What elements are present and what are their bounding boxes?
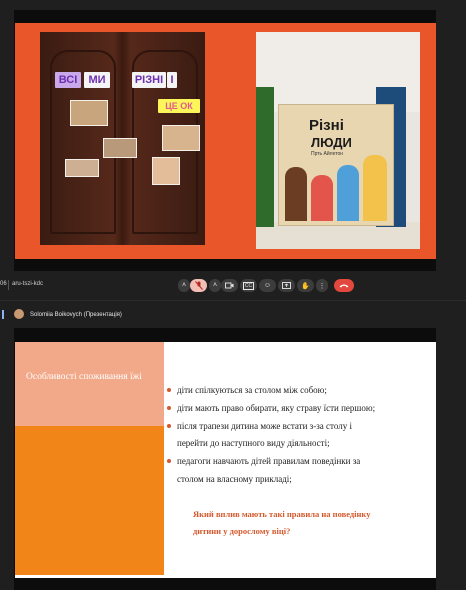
card-i: І — [167, 72, 177, 88]
end-call-icon — [339, 284, 349, 288]
child-photo — [70, 100, 108, 126]
child-photo — [162, 125, 200, 151]
captions-icon: CC — [242, 281, 255, 290]
camera-toggle-button[interactable] — [221, 279, 238, 292]
list-item: педагоги навчають дітей правилам поведін… — [167, 452, 427, 470]
mic-options-button[interactable]: ˄ — [178, 279, 190, 292]
bullet-icon — [167, 459, 171, 463]
bullet-icon — [167, 406, 171, 410]
card-vsi: ВСІ — [55, 72, 81, 88]
present-button[interactable] — [278, 279, 295, 292]
raise-hand-button[interactable]: ✋ — [297, 279, 314, 292]
child-photo — [152, 157, 180, 185]
title-panel — [15, 342, 164, 426]
presenter-bar: Solomiia Boikovych (Презентація) — [0, 304, 466, 326]
book-cover: Різні ЛЮДИ Прть Айлетон — [278, 104, 394, 226]
more-options-button[interactable]: ⋮ — [316, 279, 328, 292]
meeting-control-bar: 06 aru-tszi-kdc ˄ ˄ CC ☺ ✋ ⋮ — [0, 274, 466, 298]
mic-toggle-button[interactable] — [190, 279, 207, 292]
mic-off-icon — [194, 281, 203, 290]
discussion-question: Який вплив мають такі правила на поведін… — [193, 506, 423, 540]
card-rizni: РІЗНІ — [132, 72, 166, 88]
list-item: після трапези дитина може встати з-за ст… — [167, 417, 427, 435]
camera-options-button[interactable]: ˄ — [209, 279, 221, 292]
present-icon — [282, 282, 291, 289]
list-item-continuation: столом на власному прикладі; — [177, 474, 292, 484]
book-title-line1: Різні — [309, 117, 344, 134]
raise-hand-icon: ✋ — [301, 282, 310, 290]
book-title-line2: ЛЮДИ — [311, 135, 352, 150]
bullet-icon — [167, 424, 171, 428]
emoji-button[interactable]: ☺ — [259, 279, 276, 292]
child-photo — [103, 138, 137, 158]
child-photo — [65, 159, 99, 177]
meeting-code-prefix: 06 — [0, 281, 7, 287]
list-item-continuation: перейти до наступного виду діяльності; — [177, 438, 330, 448]
chevron-up-icon: ˄ — [212, 282, 218, 289]
question-line: Який вплив мають такі правила на поведін… — [193, 509, 371, 519]
card-my: МИ — [84, 72, 110, 88]
camera-off-icon — [225, 282, 234, 289]
list-item: діти мають право обирати, яку страву їст… — [167, 399, 427, 417]
presenter-name: Solomiia Boikovych (Презентація) — [30, 312, 122, 318]
end-call-button[interactable] — [334, 279, 354, 292]
card-tse-ok: ЦЕ ОК — [158, 99, 200, 113]
captions-button[interactable]: CC — [240, 279, 257, 292]
avatar — [14, 309, 24, 319]
question-line: дитини у дорослому віці? — [193, 526, 291, 536]
meeting-code: aru-tszi-kdc — [12, 281, 44, 287]
section-divider — [0, 300, 466, 301]
wardrobe-photo: ВСІ МИ РІЗНІ І ЦЕ ОК — [40, 32, 205, 245]
emoji-icon: ☺ — [263, 282, 272, 289]
more-icon: ⋮ — [318, 282, 326, 290]
bullet-icon — [167, 388, 171, 392]
accent-panel — [15, 426, 164, 575]
chevron-up-icon: ˄ — [181, 282, 187, 289]
slide-title: Особливості споживання їжі — [26, 372, 142, 382]
book-author: Прть Айлетон — [311, 151, 343, 157]
list-item: діти спілкуються за столом між собою; — [167, 381, 427, 399]
bookshelf-photo: Різні ЛЮДИ Прть Айлетон — [256, 32, 420, 249]
